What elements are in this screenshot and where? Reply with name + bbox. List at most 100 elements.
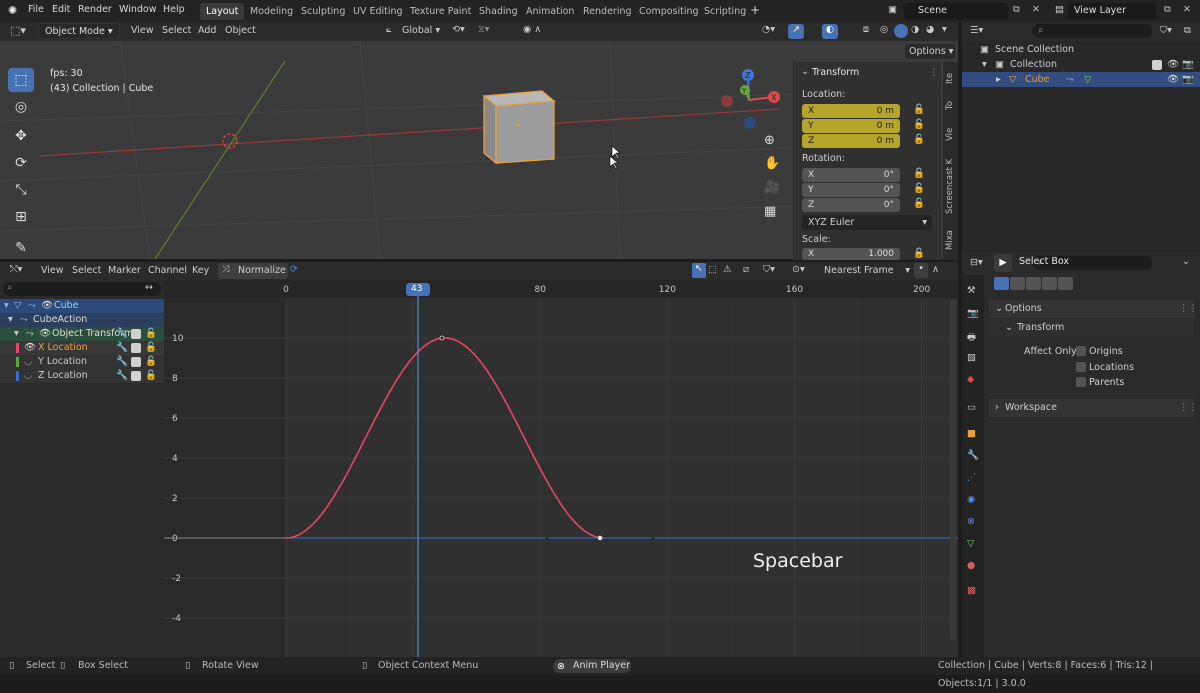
lock-icon[interactable]: 🔓 <box>913 168 925 179</box>
render-tab-icon[interactable]: 📷 <box>967 308 979 319</box>
scene-selector[interactable]: Scene <box>904 3 1008 19</box>
viewport-menu-select[interactable]: Select <box>162 25 191 36</box>
graph-menu-marker[interactable]: Marker <box>108 265 141 276</box>
lock-icon[interactable]: 🔓 <box>913 119 925 130</box>
wireframe-shading-icon[interactable]: ◎ <box>880 24 888 35</box>
gizmo-toggle-icon[interactable]: ↗ <box>788 24 804 39</box>
transform-collapse-icon[interactable]: ⌄ <box>801 66 809 77</box>
workspace-panel-header[interactable]: › Workspace ⋮⋮ <box>989 399 1198 417</box>
menu-file[interactable]: File <box>28 4 44 15</box>
workspace-tab-animation[interactable]: Animation <box>520 3 580 20</box>
snap-icon[interactable]: ⧖▾ <box>478 24 489 35</box>
auto-normalize-icon[interactable]: ⟳ <box>290 264 298 275</box>
cancel-icon[interactable]: ⊗ <box>557 658 565 676</box>
lock-icon[interactable]: 🔓 <box>145 341 157 355</box>
expand-arrow-icon[interactable]: ▸ <box>996 72 1001 87</box>
filter-icon[interactable]: ⛉▾ <box>763 264 775 275</box>
lock-icon[interactable]: 🔓 <box>145 355 157 369</box>
view-layer-selector[interactable]: View Layer <box>1068 3 1156 19</box>
channel-row-group[interactable]: ▾ ⤳ 👁 Object Transform 🔧 🔓 <box>0 327 164 341</box>
visibility-eye-icon[interactable]: 👁 <box>1167 57 1179 72</box>
select-new-icon[interactable] <box>994 277 1009 290</box>
viewport-menu-add[interactable]: Add <box>198 25 216 36</box>
particles-tab-icon[interactable]: ⋰ <box>967 472 977 483</box>
rotation-mode-dropdown[interactable]: XYZ Euler ▾ <box>802 215 932 230</box>
workspace-tab-modeling[interactable]: Modeling <box>244 3 299 20</box>
outliner-editor-icon[interactable]: ☰▾ <box>970 25 983 36</box>
annotate-tool-icon[interactable]: ✎ <box>8 236 34 260</box>
expand-arrow-icon[interactable]: ▾ <box>982 57 987 72</box>
add-workspace-icon[interactable]: + <box>750 3 760 17</box>
modifier-tab-icon[interactable]: 🔧 <box>967 450 979 461</box>
viewport-menu-object[interactable]: Object <box>225 25 256 36</box>
lock-icon[interactable]: 🔓 <box>913 248 925 259</box>
transform-subpanel-header[interactable]: ⌄ Transform <box>989 319 1194 337</box>
output-tab-icon[interactable]: 🖶 <box>967 330 976 346</box>
vertical-scrollbar[interactable] <box>950 300 956 640</box>
lock-icon[interactable]: 🔓 <box>913 104 925 115</box>
channel-row-z-location[interactable]: ◡ Z Location 🔧 🔓 <box>0 369 164 383</box>
select-box-tool-icon[interactable]: ⬚ <box>8 68 34 92</box>
origins-checkbox[interactable] <box>1076 346 1086 356</box>
blender-logo-icon[interactable]: ✺ <box>8 4 17 17</box>
current-frame-label[interactable]: 43 <box>411 284 422 294</box>
menu-window[interactable]: Window <box>119 4 156 15</box>
object-mode-dropdown[interactable]: Object Mode ▾ <box>38 23 120 39</box>
rotation-z-field[interactable]: Z 0° <box>802 198 900 212</box>
only-selected-icon[interactable]: ↖ <box>692 263 706 278</box>
select-intersect-icon[interactable] <box>1058 277 1073 290</box>
transform-tool-icon[interactable]: ⊞ <box>8 205 34 229</box>
channel-row-object[interactable]: ▾ ▽ ⤳ 👁 Cube <box>0 299 164 313</box>
properties-options-icon[interactable]: ⌄ <box>1182 256 1190 267</box>
fcurve-visibility-icon[interactable]: ⧄ <box>743 264 749 275</box>
channel-row-action[interactable]: ▾ ⤳ CubeAction <box>0 313 164 327</box>
delete-scene-icon[interactable]: ✕ <box>1032 4 1040 15</box>
proportional-edit-icon[interactable]: ◉ ∧ <box>523 24 541 35</box>
constraints-tab-icon[interactable]: ⊗ <box>967 516 975 527</box>
rotate-tool-icon[interactable]: ⟳ <box>8 151 34 175</box>
menu-edit[interactable]: Edit <box>52 4 70 15</box>
render-camera-icon[interactable]: 📷 <box>1182 57 1194 72</box>
graph-menu-select[interactable]: Select <box>72 265 101 276</box>
viewport-menu-view[interactable]: View <box>131 25 154 36</box>
falloff-icon[interactable]: ∧ <box>932 264 939 275</box>
parents-checkbox[interactable] <box>1076 377 1086 387</box>
outliner-search-input[interactable] <box>1032 24 1152 38</box>
graph-menu-channel[interactable]: Channel <box>148 265 187 276</box>
physics-tab-icon[interactable]: ◉ <box>967 494 975 505</box>
location-x-field[interactable]: X 0 m <box>802 104 900 118</box>
rotation-y-field[interactable]: Y 0° <box>802 183 900 197</box>
rotation-x-field[interactable]: X 0° <box>802 168 900 182</box>
modifier-wrench-icon[interactable]: 🔧 <box>116 355 128 369</box>
lock-icon[interactable]: 🔓 <box>913 134 925 145</box>
expand-arrow-icon[interactable]: ▾ <box>4 299 9 313</box>
options-dropdown[interactable]: Options ▾ <box>905 44 955 59</box>
expand-arrow-icon[interactable]: ▾ <box>14 327 19 341</box>
material-shading-icon[interactable]: ◑ <box>911 24 919 35</box>
workspace-tab-shading[interactable]: Shading <box>473 3 524 20</box>
graph-menu-view[interactable]: View <box>41 265 64 276</box>
side-tab-view[interactable]: Vie <box>945 124 956 144</box>
material-tab-icon[interactable]: ● <box>967 560 975 571</box>
pan-hand-icon[interactable]: ✋ <box>764 156 780 171</box>
visibility-eye-icon[interactable]: 👁 <box>41 299 53 313</box>
snap-mode-dropdown[interactable]: Nearest Frame ▾ <box>818 263 910 279</box>
mute-checkbox[interactable] <box>131 371 141 381</box>
editor-type-icon[interactable]: ⬚▾ <box>10 24 26 37</box>
options-panel-header[interactable]: ⌄ Options ⋮⋮ <box>989 300 1198 318</box>
visibility-eye-icon[interactable]: 👁 <box>39 327 51 341</box>
scale-tool-icon[interactable]: ⤡ <box>8 178 34 202</box>
cursor-tool-icon[interactable]: ◎ <box>8 95 34 119</box>
overlay-toggle-icon[interactable]: ◐ <box>822 24 838 39</box>
workspace-expand-icon[interactable]: › <box>995 399 999 417</box>
hidden-eye-icon[interactable]: ◡ <box>24 369 32 383</box>
menu-help[interactable]: Help <box>163 4 185 15</box>
data-tab-icon[interactable]: ▽ <box>967 538 974 549</box>
select-invert-icon[interactable] <box>1042 277 1057 290</box>
workspace-tab-sculpting[interactable]: Sculpting <box>295 3 351 20</box>
xray-icon[interactable]: ⧈ <box>863 24 869 35</box>
side-tab-tool[interactable]: To <box>945 98 956 114</box>
modifier-wrench-icon[interactable]: 🔧 <box>116 341 128 355</box>
transform-collapse-icon[interactable]: ⌄ <box>1005 319 1013 337</box>
modifier-wrench-icon[interactable]: 🔧 <box>116 369 128 383</box>
